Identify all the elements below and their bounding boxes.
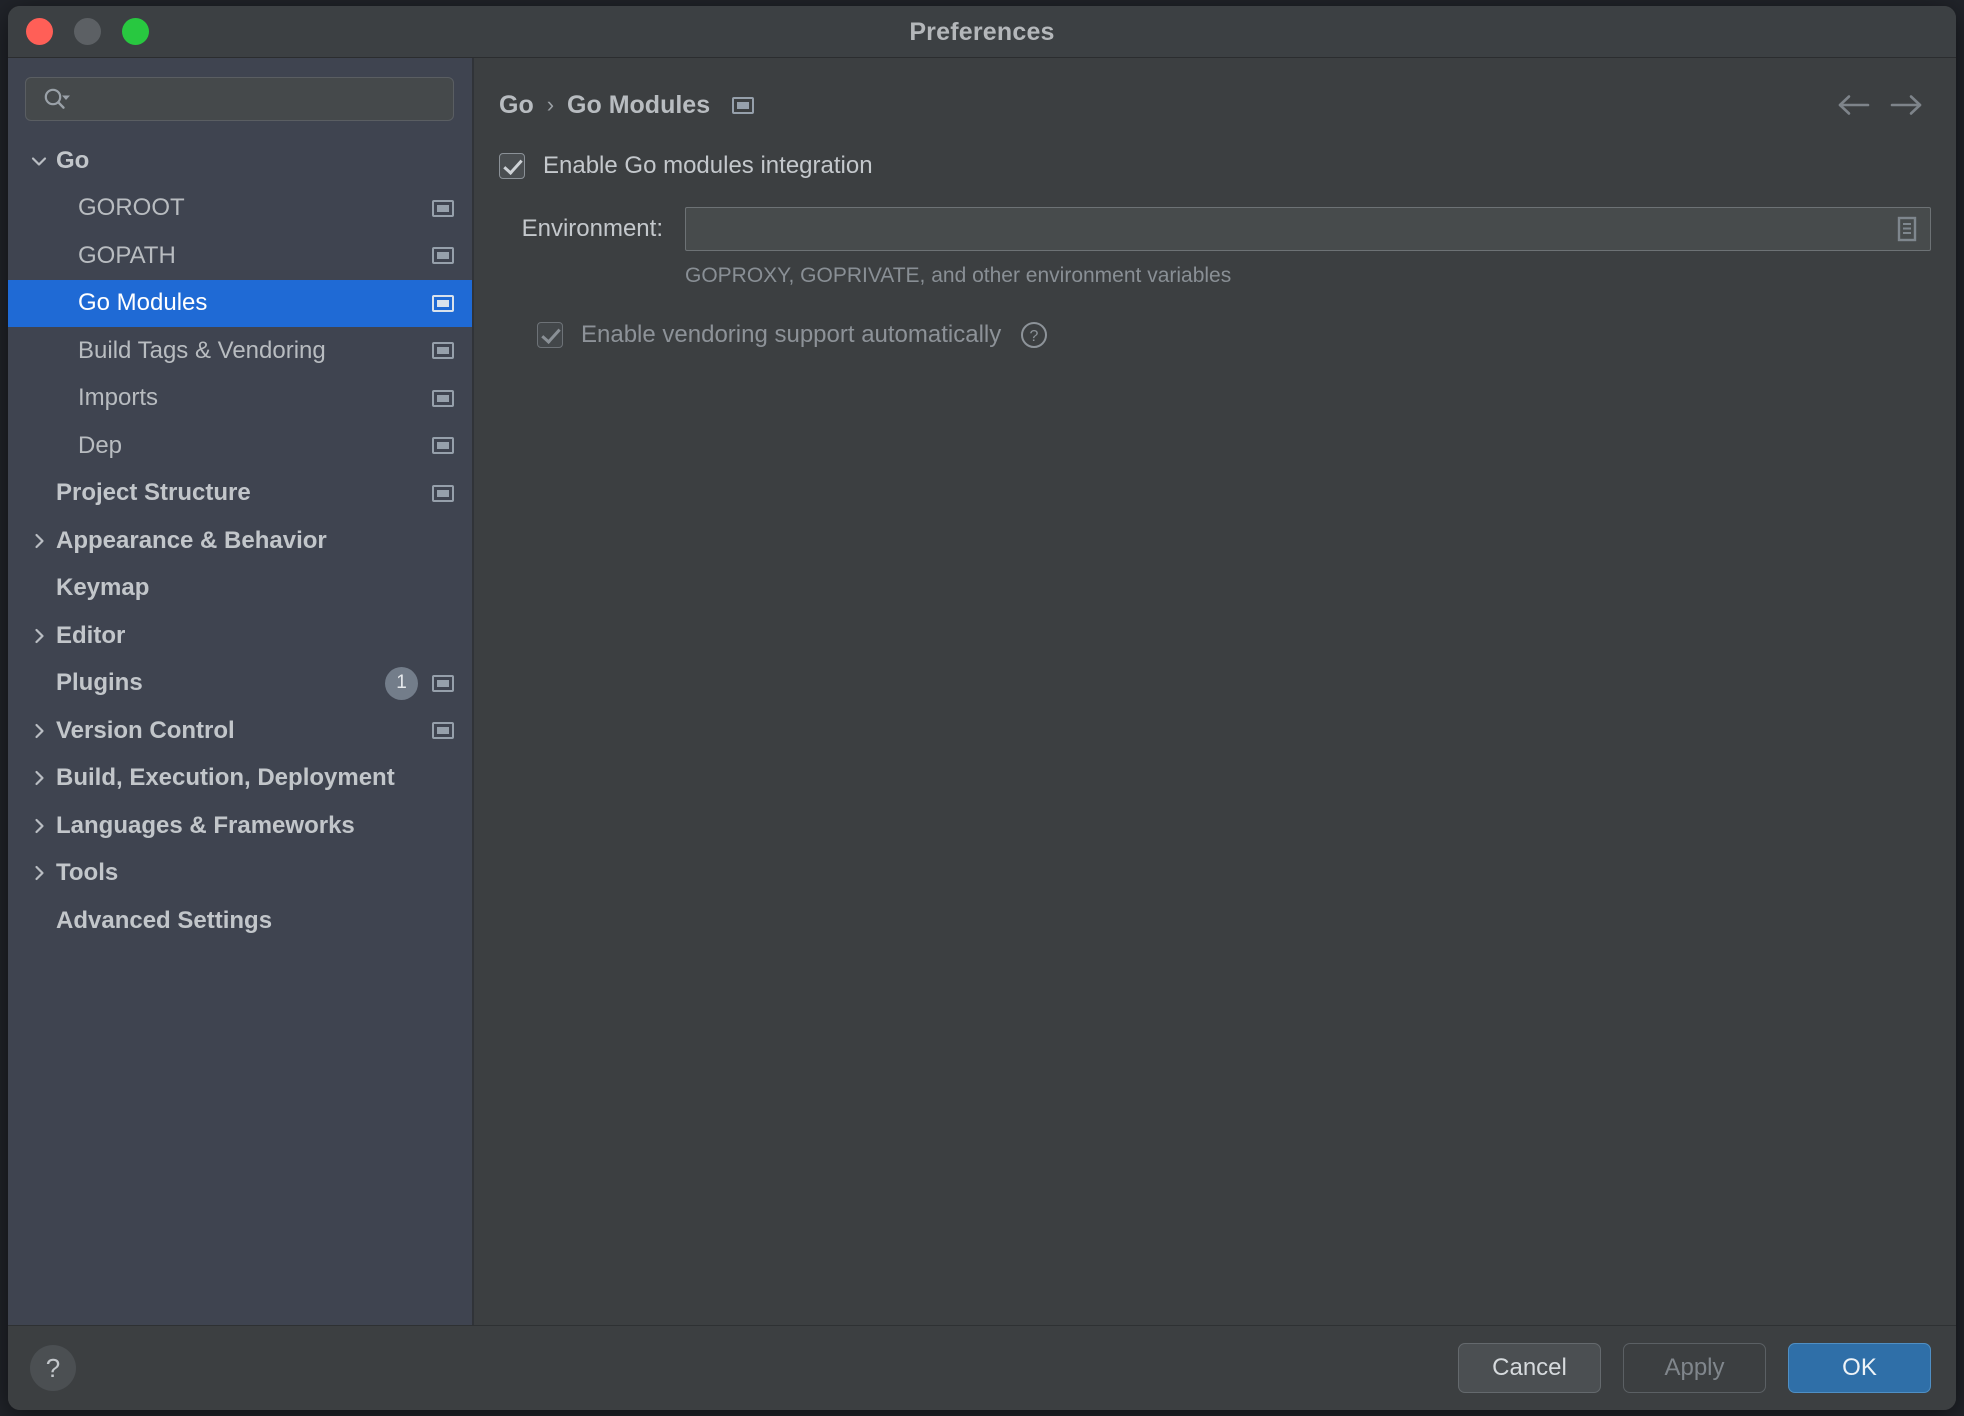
enable-vendoring-checkbox[interactable] (537, 322, 563, 348)
sidebar-item-gopath[interactable]: GOPATH (8, 232, 472, 280)
screen-icon (432, 390, 454, 407)
list-icon[interactable] (1892, 213, 1922, 245)
arrow-left-icon[interactable] (1828, 85, 1880, 125)
screen-icon (432, 722, 454, 739)
sidebar-item-go[interactable]: Go (8, 137, 472, 185)
title-bar: Preferences (8, 6, 1956, 58)
sidebar-item-label: Project Structure (56, 479, 251, 507)
enable-go-modules-row[interactable]: Enable Go modules integration (499, 143, 1931, 189)
sidebar-item-project-structure[interactable]: Project Structure (8, 470, 472, 518)
svg-text:?: ? (1030, 328, 1039, 345)
sidebar-item-label: Keymap (56, 574, 149, 602)
enable-go-modules-label: Enable Go modules integration (543, 152, 873, 180)
settings-sidebar: Go GOROOT GOPATH Go Modules (8, 58, 474, 1325)
environment-row: Environment: (499, 207, 1931, 251)
sidebar-item-languages-frameworks[interactable]: Languages & Frameworks (8, 802, 472, 850)
cancel-button[interactable]: Cancel (1458, 1343, 1601, 1393)
sidebar-item-label: Version Control (56, 717, 235, 745)
sidebar-item-version-control[interactable]: Version Control (8, 707, 472, 755)
chevron-right-icon[interactable] (22, 721, 56, 741)
screen-icon (432, 437, 454, 454)
screen-icon (432, 247, 454, 264)
sidebar-item-label: Languages & Frameworks (56, 812, 355, 840)
environment-label: Environment: (499, 215, 663, 243)
chevron-right-icon[interactable] (22, 816, 56, 836)
search-input[interactable] (72, 87, 443, 112)
search-area (8, 58, 472, 121)
sidebar-item-keymap[interactable]: Keymap (8, 565, 472, 613)
sidebar-item-label: Build, Execution, Deployment (56, 764, 395, 792)
screen-icon (432, 295, 454, 312)
sidebar-item-plugins[interactable]: Plugins 1 (8, 660, 472, 708)
chevron-right-icon[interactable] (22, 531, 56, 551)
screen-icon (432, 342, 454, 359)
sidebar-item-label: Go Modules (78, 289, 207, 317)
chevron-right-icon[interactable] (22, 768, 56, 788)
sidebar-item-label: Advanced Settings (56, 907, 272, 935)
sidebar-item-label: Dep (78, 432, 122, 460)
sidebar-item-imports[interactable]: Imports (8, 375, 472, 423)
sidebar-item-goroot[interactable]: GOROOT (8, 185, 472, 233)
breadcrumb: Go › Go Modules (474, 76, 1956, 134)
sidebar-item-editor[interactable]: Editor (8, 612, 472, 660)
go-modules-form: Enable Go modules integration Environmen… (474, 134, 1956, 358)
sidebar-item-build-tags-vendoring[interactable]: Build Tags & Vendoring (8, 327, 472, 375)
sidebar-item-label: Appearance & Behavior (56, 527, 327, 555)
screen-icon (432, 675, 454, 692)
breadcrumb-root[interactable]: Go (499, 91, 534, 120)
sidebar-item-advanced-settings[interactable]: Advanced Settings (8, 897, 472, 945)
environment-hint: GOPROXY, GOPRIVATE, and other environmen… (685, 264, 1931, 288)
sidebar-item-dep[interactable]: Dep (8, 422, 472, 470)
search-box[interactable] (25, 77, 454, 121)
sidebar-item-tools[interactable]: Tools (8, 850, 472, 898)
question-circle-icon[interactable]: ? (1019, 320, 1049, 350)
sidebar-item-label: Imports (78, 384, 158, 412)
sidebar-item-label: Tools (56, 859, 118, 887)
preferences-window: Preferences (8, 6, 1956, 1410)
sidebar-item-go-modules[interactable]: Go Modules (8, 280, 472, 328)
screen-icon (432, 200, 454, 217)
sidebar-item-label: GOROOT (78, 194, 185, 222)
screen-icon (432, 485, 454, 502)
search-icon (42, 87, 72, 111)
screen-icon (732, 97, 754, 114)
enable-go-modules-checkbox[interactable] (499, 153, 525, 179)
chevron-right-icon[interactable] (22, 626, 56, 646)
ok-button[interactable]: OK (1788, 1343, 1931, 1393)
environment-field[interactable] (685, 207, 1931, 251)
help-button[interactable]: ? (30, 1345, 76, 1391)
arrow-right-icon[interactable] (1880, 85, 1932, 125)
dialog-body: Go GOROOT GOPATH Go Modules (8, 58, 1956, 1325)
chevron-down-icon[interactable] (22, 151, 56, 171)
breadcrumb-current: Go Modules (567, 91, 710, 120)
sidebar-item-label: GOPATH (78, 242, 176, 270)
apply-button[interactable]: Apply (1623, 1343, 1766, 1393)
dialog-footer: ? Cancel Apply OK (8, 1325, 1956, 1410)
environment-input[interactable] (686, 217, 1892, 241)
settings-content: Go › Go Modules (474, 58, 1956, 1325)
plugins-update-badge: 1 (385, 667, 418, 700)
sidebar-item-appearance-behavior[interactable]: Appearance & Behavior (8, 517, 472, 565)
sidebar-item-label: Build Tags & Vendoring (78, 337, 326, 365)
breadcrumb-separator-icon: › (547, 92, 554, 118)
sidebar-item-label: Plugins (56, 669, 143, 697)
window-title: Preferences (8, 6, 1956, 58)
sidebar-item-build-execution-deployment[interactable]: Build, Execution, Deployment (8, 755, 472, 803)
sidebar-item-label: Editor (56, 622, 125, 650)
sidebar-item-label: Go (56, 147, 89, 175)
enable-vendoring-row[interactable]: Enable vendoring support automatically ? (537, 312, 1931, 358)
chevron-right-icon[interactable] (22, 863, 56, 883)
settings-tree: Go GOROOT GOPATH Go Modules (8, 137, 472, 945)
enable-vendoring-label: Enable vendoring support automatically (581, 321, 1001, 349)
